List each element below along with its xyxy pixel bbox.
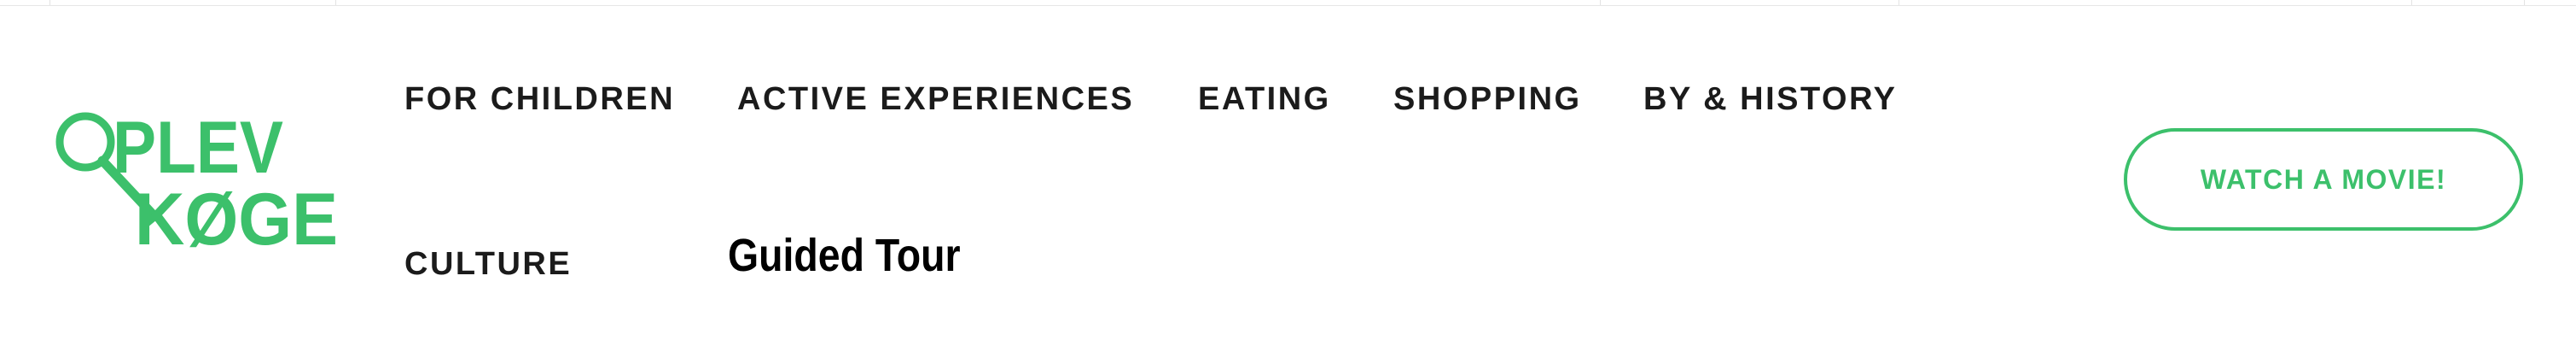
top-bar-divider (1600, 0, 1601, 5)
watch-movie-button-label: WATCH A MOVIE! (2200, 163, 2447, 195)
nav-item-by-history[interactable]: BY & HISTORY (1643, 81, 1897, 118)
logo-text-line2: KØGE (135, 179, 338, 253)
nav-item-eating[interactable]: EATING (1198, 81, 1331, 118)
top-bar-divider (2411, 0, 2412, 5)
magnifying-glass-icon: PLEV KØGE (55, 107, 338, 261)
top-bar-divider (49, 0, 50, 5)
watch-movie-button[interactable]: WATCH A MOVIE! (2124, 128, 2523, 231)
page-title: Guided Tour (728, 230, 961, 281)
nav-item-culture[interactable]: CULTURE (404, 246, 572, 283)
site-logo[interactable]: PLEV KØGE (53, 107, 343, 261)
nav-item-shopping[interactable]: SHOPPING (1393, 81, 1582, 118)
nav-item-active-experiences[interactable]: ACTIVE EXPERIENCES (737, 81, 1134, 118)
top-bar-strip (0, 0, 2576, 6)
nav-item-for-children[interactable]: FOR CHILDREN (404, 81, 675, 118)
logo-text-line1: PLEV (113, 108, 283, 189)
top-bar-divider (2524, 0, 2525, 5)
top-bar-divider (335, 0, 336, 5)
